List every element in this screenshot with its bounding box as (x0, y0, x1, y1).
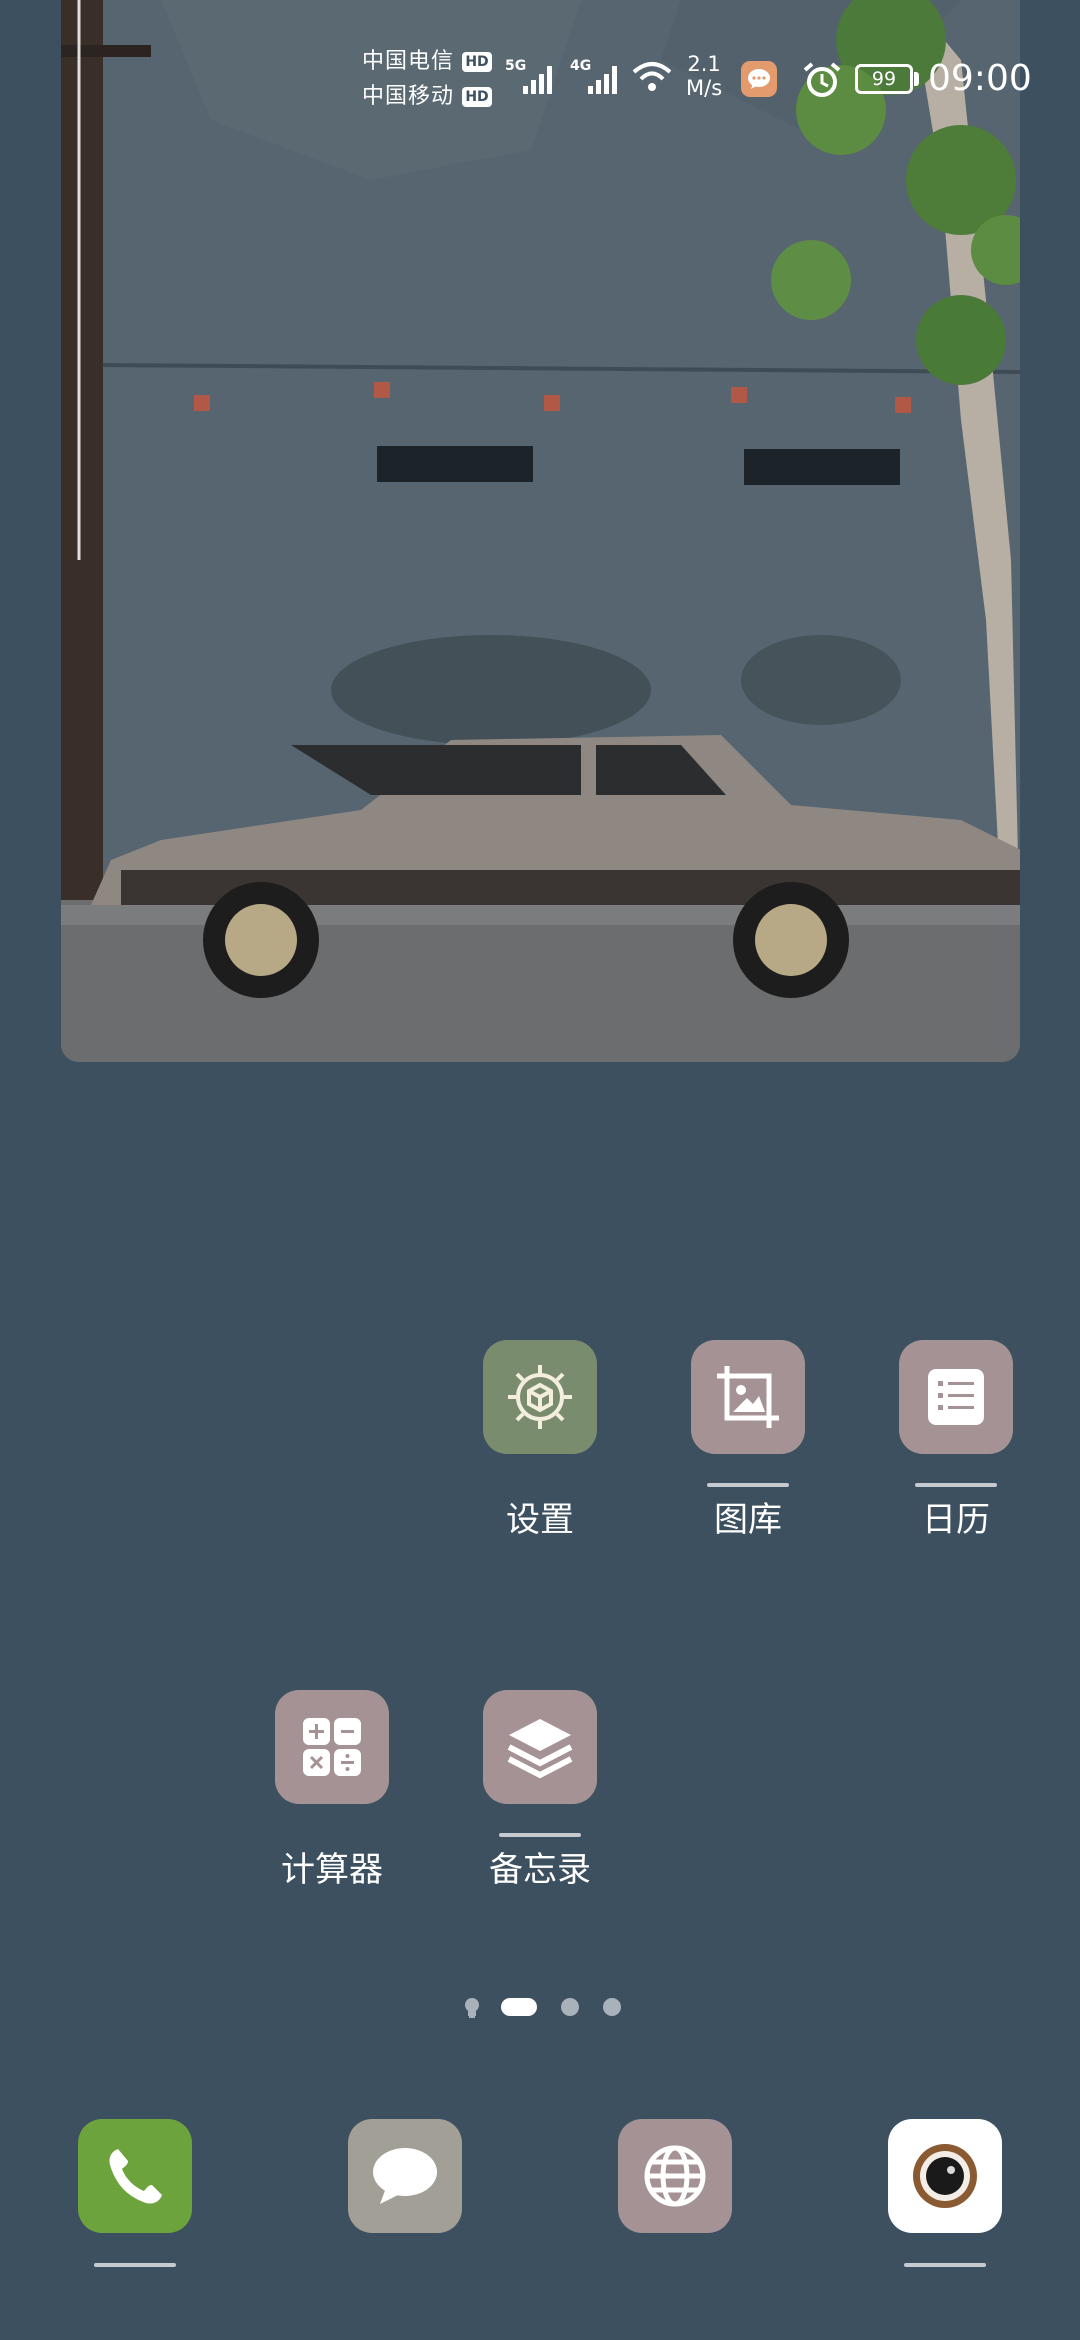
calendar-tile[interactable] (899, 1340, 1013, 1454)
calculator-tile[interactable] (275, 1690, 389, 1804)
list-icon (928, 1369, 984, 1425)
speed-value: 2.1 (687, 52, 721, 76)
battery-tip (914, 72, 919, 86)
camera-running-indicator (904, 2263, 986, 2267)
dock-browser[interactable] (618, 2119, 732, 2233)
carrier-1-label: 中国电信 (362, 49, 455, 74)
network-speed: 2.1 M/s (686, 52, 722, 100)
app-calendar[interactable]: 日历 (871, 1340, 1041, 1540)
phone-icon (109, 2149, 162, 2204)
page-dot-active[interactable] (501, 1998, 537, 2016)
calendar-running-indicator (915, 1483, 997, 1487)
app-label-gallery: 图库 (714, 1500, 782, 1540)
layers-icon (507, 1719, 573, 1779)
hd-badge-1: HD (462, 52, 492, 72)
car-photo-image (61, 0, 1020, 1062)
battery-icon: 99 (855, 64, 913, 94)
signal-icon-2 (588, 66, 617, 94)
settings-tile[interactable] (483, 1340, 597, 1454)
signal-icon (523, 66, 552, 94)
speed-unit: M/s (686, 76, 723, 100)
phone-running-indicator (94, 2263, 176, 2267)
carrier-2-label: 中国移动 (362, 84, 455, 109)
notes-tile[interactable] (483, 1690, 597, 1804)
notes-running-indicator (499, 1833, 581, 1837)
calculator-icon (303, 1718, 361, 1776)
gallery-running-indicator (707, 1483, 789, 1487)
page-dot[interactable] (603, 1998, 621, 2016)
app-settings[interactable]: 设置 (455, 1340, 625, 1540)
dock-phone[interactable] (78, 2119, 192, 2233)
home-screen: 中国电信 中国移动 HD HD 5G 4G 2.1 M/s 99 09:00 设… (0, 0, 1080, 2340)
dock-messages[interactable] (348, 2119, 462, 2233)
status-bar: 中国电信 中国移动 HD HD 5G 4G 2.1 M/s 99 09:00 (0, 0, 1080, 150)
app-gallery[interactable]: 图库 (663, 1340, 833, 1540)
status-clock: 09:00 (928, 58, 1032, 99)
app-label-calculator: 计算器 (281, 1850, 383, 1890)
app-label-settings: 设置 (506, 1500, 574, 1540)
gallery-tile[interactable] (691, 1340, 805, 1454)
globe-icon (644, 2145, 706, 2207)
page-indicator[interactable] (0, 1997, 1080, 2019)
app-notes[interactable]: 备忘录 (455, 1690, 625, 1890)
page-dot[interactable] (561, 1998, 579, 2016)
app-calculator[interactable]: 计算器 (247, 1690, 417, 1890)
gear-icon (508, 1365, 572, 1429)
gallery-icon (717, 1366, 779, 1428)
app-label-notes: 备忘录 (489, 1850, 591, 1890)
camera-icon (913, 2144, 977, 2208)
dock-camera[interactable] (888, 2119, 1002, 2233)
alarm-icon (803, 62, 841, 97)
app-label-calendar: 日历 (922, 1500, 990, 1540)
hd-badge-2: HD (462, 87, 492, 107)
chat-bubble-icon (373, 2148, 437, 2204)
message-notification-icon (741, 61, 777, 97)
wallpaper-photo-widget[interactable] (61, 0, 1020, 1062)
wifi-icon (632, 62, 672, 91)
lightbulb-icon[interactable] (462, 1997, 482, 2019)
